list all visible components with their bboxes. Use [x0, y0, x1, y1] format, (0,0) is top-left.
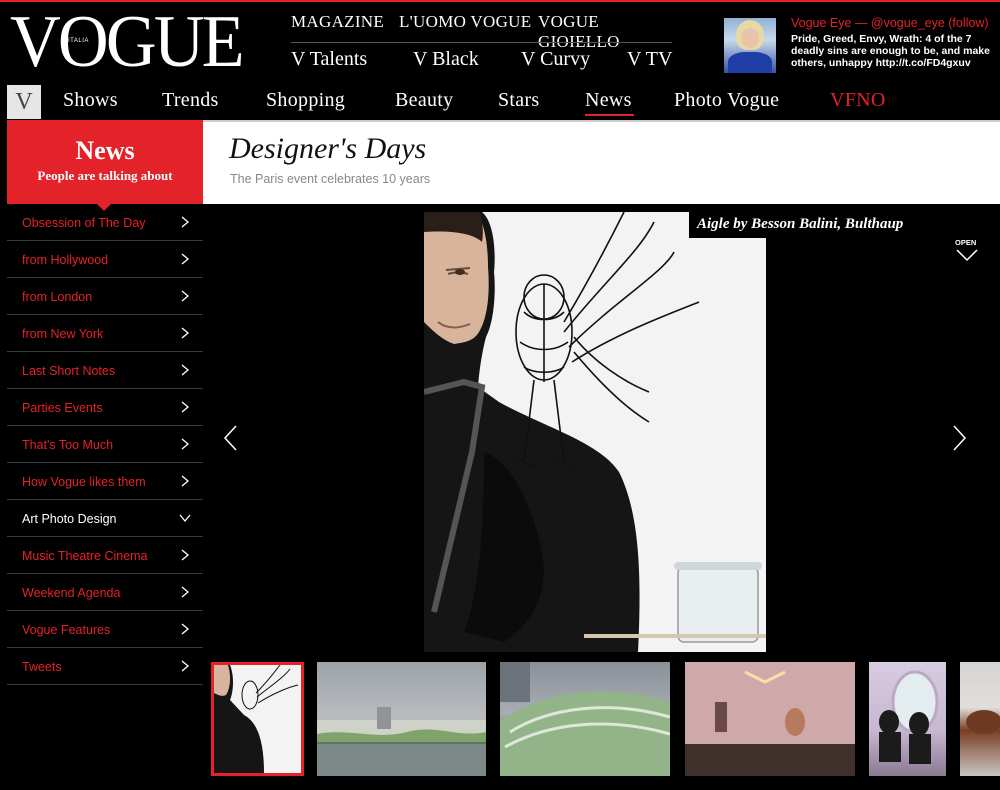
- nav-active-underline: [585, 114, 634, 116]
- nav-photo-vogue[interactable]: Photo Vogue: [674, 89, 779, 112]
- gallery-next-button[interactable]: [952, 424, 968, 452]
- top-nav-vogue-gioiello[interactable]: VOGUE GIOIELLO: [538, 12, 671, 52]
- sidebar-item-label: Weekend Agenda: [22, 586, 121, 600]
- nav-vfno[interactable]: VFNO: [830, 89, 886, 112]
- sidebar-item-label: Music Theatre Cinema: [22, 549, 148, 563]
- nav-trends[interactable]: Trends: [162, 89, 219, 112]
- section-title: News: [75, 136, 135, 165]
- chevron-right-icon: [181, 475, 190, 487]
- sidebar-item-label: Last Short Notes: [22, 364, 116, 378]
- photo-caption: Aigle by Besson Balini, Bulthaup: [689, 212, 910, 238]
- sidebar-item-parties-events[interactable]: Parties Events: [7, 389, 203, 426]
- gallery-main-photo[interactable]: [424, 212, 766, 652]
- sidebar-item-label: from New York: [22, 327, 104, 341]
- sidebar-item-how-vogue-likes-them[interactable]: How Vogue likes them: [7, 463, 203, 500]
- photo-caption-text: Aigle by Besson Balini, Bulthaup: [697, 216, 904, 232]
- photo-illustration: [424, 212, 766, 652]
- chevron-right-icon: [181, 660, 190, 672]
- thumbnail-image: [685, 662, 855, 776]
- article-title: Designer's Days: [229, 132, 427, 165]
- open-label: OPEN: [955, 238, 977, 247]
- vogue-eye-widget: Vogue Eye — @vogue_eye (follow) Pride, G…: [724, 16, 996, 78]
- top-nav-divider: [291, 42, 672, 43]
- top-nav-v-curvy[interactable]: V Curvy: [521, 48, 590, 71]
- sidebar-item-label: How Vogue likes them: [22, 475, 146, 489]
- article-header: Designer's Days The Paris event celebrat…: [203, 120, 1000, 204]
- vogue-eye-tweet[interactable]: Pride, Greed, Envy, Wrath: 4 of the 7 de…: [791, 33, 996, 69]
- nav-shows[interactable]: Shows: [63, 89, 118, 112]
- sidebar-menu: Obsession of The Day from Hollywood from L…: [7, 204, 203, 685]
- top-nav-uomo-vogue[interactable]: L'UOMO VOGUE: [399, 12, 531, 32]
- nav-news[interactable]: News: [585, 89, 632, 112]
- gallery-thumbnail-3[interactable]: [500, 662, 670, 776]
- thumbnail-image: [214, 665, 301, 773]
- chevron-down-icon: [956, 249, 978, 262]
- section-header: News People are talking about: [7, 120, 203, 204]
- main-nav: V Shows Trends Shopping Beauty Stars New…: [0, 84, 1000, 120]
- chevron-down-icon: [179, 514, 191, 523]
- sidebar-item-tweets[interactable]: Tweets: [7, 648, 203, 685]
- chevron-right-icon: [181, 401, 190, 413]
- chevron-right-icon: [181, 586, 190, 598]
- nav-shopping[interactable]: Shopping: [266, 89, 345, 112]
- thumbnail-image: [879, 670, 939, 764]
- top-nav-primary: MAGAZINE L'UOMO VOGUE VOGUE GIOIELLO: [291, 12, 671, 51]
- chevron-right-icon: [181, 364, 190, 376]
- article-subtitle: The Paris event celebrates 10 years: [230, 172, 431, 186]
- sidebar-item-from-hollywood[interactable]: from Hollywood: [7, 241, 203, 278]
- gallery-thumbnail-4[interactable]: [685, 662, 855, 776]
- top-nav-magazine[interactable]: MAGAZINE: [291, 12, 384, 32]
- open-gallery-button[interactable]: OPEN: [950, 238, 984, 266]
- sidebar-item-label: That's Too Much: [22, 438, 114, 452]
- thumbnail-image: [500, 662, 670, 776]
- sidebar-item-from-new-york[interactable]: from New York: [7, 315, 203, 352]
- chevron-right-icon: [181, 623, 190, 635]
- chevron-right-icon: [181, 253, 190, 265]
- sidebar-item-label: Parties Events: [22, 401, 103, 415]
- chevron-left-icon: [223, 425, 237, 451]
- sidebar-item-label: Vogue Features: [22, 623, 111, 637]
- gallery-thumbnail-6[interactable]: [960, 662, 1000, 776]
- sidebar-item-from-london[interactable]: from London: [7, 278, 203, 315]
- sidebar-item-label: Tweets: [22, 660, 62, 674]
- thumbnail-image: [966, 710, 1000, 734]
- sidebar-item-art-photo-design[interactable]: Art Photo Design: [7, 500, 203, 537]
- logo-wordmark: VOGUE: [10, 1, 245, 83]
- gallery-thumbnail-2[interactable]: [317, 662, 486, 776]
- nav-stars[interactable]: Stars: [498, 89, 540, 112]
- vogue-eye-avatar[interactable]: [724, 18, 776, 73]
- chevron-right-icon: [181, 549, 190, 561]
- nav-beauty[interactable]: Beauty: [395, 89, 453, 112]
- gallery-thumbnail-5[interactable]: [869, 662, 946, 776]
- top-nav-secondary: V Talents V Black V Curvy V TV: [291, 48, 691, 74]
- sidebar-item-obsession-of-the-day[interactable]: Obsession of The Day: [7, 204, 203, 241]
- top-nav-v-talents[interactable]: V Talents: [291, 48, 367, 71]
- chevron-right-icon: [953, 425, 967, 451]
- gallery-previous-button[interactable]: [222, 424, 238, 452]
- chevron-right-icon: [181, 438, 190, 450]
- nav-home-v[interactable]: V: [7, 85, 41, 119]
- logo-italia-label: ITALIA: [68, 38, 89, 44]
- chevron-right-icon: [181, 290, 190, 302]
- sidebar-item-label: Obsession of The Day: [22, 216, 146, 230]
- sidebar-item-vogue-features[interactable]: Vogue Features: [7, 611, 203, 648]
- sidebar-item-last-short-notes[interactable]: Last Short Notes: [7, 352, 203, 389]
- chevron-right-icon: [181, 327, 190, 339]
- sidebar-item-label: from Hollywood: [22, 253, 109, 267]
- gallery-thumbnail-1[interactable]: [211, 662, 304, 776]
- sidebar-item-label: from London: [22, 290, 93, 304]
- top-nav-v-black[interactable]: V Black: [413, 48, 479, 71]
- sidebar-item-music-theatre-cinema[interactable]: Music Theatre Cinema: [7, 537, 203, 574]
- vogue-logo[interactable]: VOGUE ITALIA: [10, 5, 245, 79]
- sidebar-item-weekend-agenda[interactable]: Weekend Agenda: [7, 574, 203, 611]
- sidebar-item-that-s-too-much[interactable]: That's Too Much: [7, 426, 203, 463]
- section-subtitle: People are talking about: [37, 168, 173, 183]
- thumbnail-image: [317, 707, 486, 776]
- vogue-eye-title[interactable]: Vogue Eye — @vogue_eye (follow): [791, 16, 989, 30]
- top-nav-v-tv[interactable]: V TV: [627, 48, 672, 71]
- sidebar-item-label: Art Photo Design: [22, 512, 117, 526]
- chevron-right-icon: [181, 216, 190, 228]
